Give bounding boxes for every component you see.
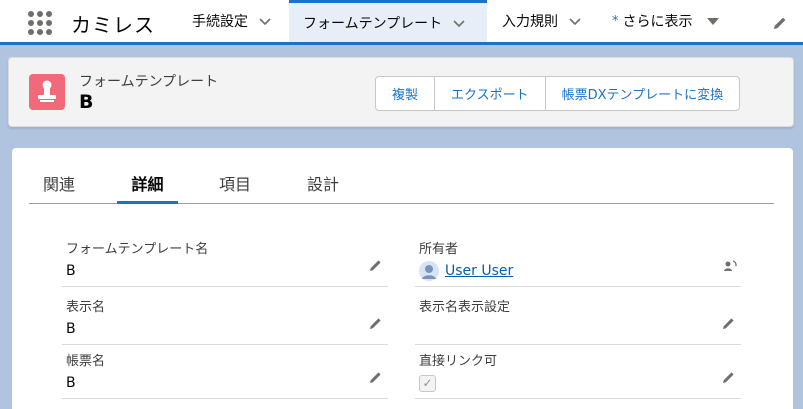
owner-value: User User (419, 261, 513, 281)
field-label: 直接リンク可 (419, 354, 498, 369)
caret-down-icon (706, 17, 719, 25)
field-value: B (66, 375, 76, 391)
top-navigation-bar: カミレス 手続設定 フォームテンプレート 入力規則 * さらに表示 (0, 0, 803, 45)
edit-pencil-icon[interactable] (369, 370, 383, 384)
tab-items[interactable]: 項目 (205, 171, 265, 204)
field-template-name: フォームテンプレート名 B (62, 235, 388, 287)
more-label: さらに表示 (622, 14, 693, 30)
form-template-icon (29, 74, 65, 110)
nav-item-label: 入力規則 (502, 14, 558, 30)
chevron-down-icon[interactable] (452, 16, 466, 30)
app-name: カミレス (71, 13, 155, 37)
field-direct-link: 直接リンク可 ✓ (415, 347, 741, 399)
record-action-buttons: 複製 エクスポート 帳票DXテンプレートに変換 (375, 76, 741, 111)
app-launcher-waffle-icon[interactable] (28, 11, 52, 35)
field-label: 表示名表示設定 (419, 300, 511, 315)
tab-details[interactable]: 詳細 (117, 171, 178, 204)
nav-item-label: 手続設定 (192, 14, 248, 30)
record-tabs: 関連 詳細 項目 設計 (29, 171, 774, 204)
more-marker: * (612, 13, 619, 29)
field-display-name: 表示名 B (62, 293, 388, 345)
export-button[interactable]: エクスポート (435, 77, 546, 110)
nav-more-button[interactable]: * さらに表示 (612, 0, 732, 42)
owner-link[interactable]: User User (445, 263, 513, 279)
field-label: フォームテンプレート名 (66, 242, 209, 257)
edit-pencil-icon[interactable] (722, 316, 736, 330)
field-value: B (66, 321, 76, 337)
record-name: B (79, 91, 94, 113)
nav-item-validation-rules[interactable]: 入力規則 (488, 0, 598, 42)
field-label: 所有者 (419, 242, 459, 257)
chevron-down-icon[interactable] (568, 14, 582, 28)
field-form-name: 帳票名 B (62, 347, 388, 399)
user-avatar-icon (419, 261, 439, 281)
tab-related[interactable]: 関連 (29, 171, 89, 204)
chevron-down-icon[interactable] (258, 14, 272, 28)
field-label: 帳票名 (66, 354, 106, 369)
convert-to-dx-template-button[interactable]: 帳票DXテンプレートに変換 (545, 77, 740, 110)
edit-pencil-icon[interactable] (369, 258, 383, 272)
field-label: 表示名 (66, 300, 106, 315)
field-display-name-setting: 表示名表示設定 (415, 293, 741, 345)
edit-pencil-icon[interactable] (722, 370, 736, 384)
edit-pencil-icon[interactable] (369, 316, 383, 330)
record-detail-card: 関連 詳細 項目 設計 フォームテンプレート名 B 表示名 B 帳票名 B 所有… (12, 148, 793, 409)
nav-item-form-template[interactable]: フォームテンプレート (289, 0, 487, 42)
record-object-type: フォームテンプレート (79, 74, 219, 90)
clone-button[interactable]: 複製 (376, 77, 436, 110)
edit-nav-pencil-icon[interactable] (772, 15, 788, 31)
tab-design[interactable]: 設計 (293, 171, 353, 204)
record-highlights-panel: フォームテンプレート B 複製 エクスポート 帳票DXテンプレートに変換 (8, 57, 794, 127)
nav-item-label: フォームテンプレート (303, 15, 443, 32)
field-value: B (66, 263, 76, 279)
field-owner: 所有者 User User (415, 235, 741, 287)
direct-link-checkbox: ✓ (419, 375, 436, 392)
nav-item-procedure-settings[interactable]: 手続設定 (178, 0, 288, 42)
change-owner-icon[interactable] (722, 258, 738, 274)
